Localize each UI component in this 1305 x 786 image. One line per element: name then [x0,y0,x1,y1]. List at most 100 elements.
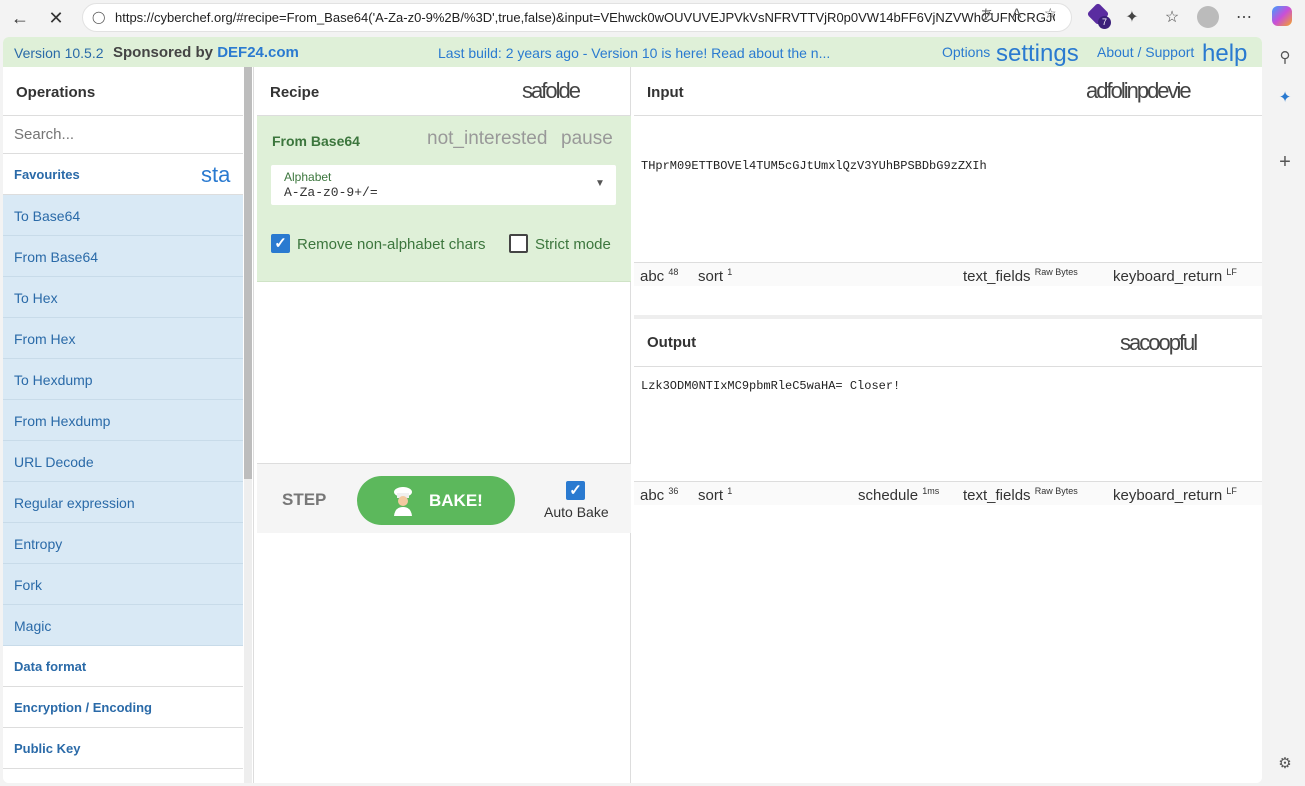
auto-bake-label[interactable]: Auto Bake [544,504,609,520]
eol-value: LF [1226,486,1237,496]
more-menu-icon[interactable]: ⋯ [1232,6,1256,30]
auto-bake-checkbox[interactable]: ✓ [566,481,585,500]
browser-sidebar: ⚲ ✦ + ⚙ [1265,36,1305,786]
operation-item[interactable]: To Base64 [3,195,243,236]
output-toolbar-icons[interactable]: sa​co​op​ful [1120,330,1256,356]
search-icon[interactable]: ⚲ [1273,46,1297,70]
recipe-operation-card: From Base64 not_interested pause Alphabe… [257,116,631,282]
about-support-link[interactable]: About / Support [1097,44,1194,60]
recipe-title: Recipe [270,84,320,101]
remove-nonalpha-label[interactable]: Remove non-alphabet chars [297,236,485,253]
lines-stat: sort 1 [698,486,732,504]
operation-item[interactable]: From Hexdump [3,400,243,441]
star-icon[interactable]: sta [201,162,230,188]
add-icon[interactable]: + [1273,150,1297,174]
category-data-format[interactable]: Data format [3,646,243,687]
back-icon[interactable]: ← [7,6,33,30]
category-public-key[interactable]: Public Key [3,728,243,769]
read-aloud-icon[interactable]: A [1012,5,1021,21]
operation-item[interactable]: Fork [3,564,243,605]
pause-icon[interactable]: pause [561,128,613,150]
translate-icon[interactable]: あ [980,5,994,25]
chef-icon [394,487,412,516]
encoding-stat[interactable]: text_fields Raw Bytes [963,267,1078,285]
alphabet-select[interactable]: Alphabet A-Za-z0-9+/= ▼ [271,165,616,205]
strict-mode-label[interactable]: Strict mode [535,236,611,253]
scrollbar-thumb[interactable] [244,67,252,479]
designer-icon[interactable]: ✦ [1273,86,1297,110]
input-toolbar-icons[interactable]: ad​fol​inp​de​vie [1086,78,1256,104]
operations-pane: Operations Favourites sta To Base64 From… [3,67,254,783]
address-bar[interactable]: ◯ https://cyberchef.org/#recipe=From_Bas… [82,3,1072,32]
profile-avatar[interactable] [1196,6,1220,30]
sort-icon: sort [698,487,724,504]
alphabet-label: Alphabet [284,170,332,184]
help-icon[interactable]: help [1202,40,1247,68]
copilot-icon[interactable] [1270,6,1294,30]
favourites-category[interactable]: Favourites sta [3,154,243,195]
operation-item[interactable]: Entropy [3,523,243,564]
search-input[interactable] [3,116,243,153]
browser-toolbar: ← ✕ ◯ https://cyberchef.org/#recipe=From… [0,0,1305,36]
input-status-bar: abc 48 sort 1 text_fields Raw Bytes keyb… [634,262,1262,286]
eol-stat[interactable]: keyboard_return LF [1113,267,1237,285]
sponsor-link[interactable]: DEF24.com [217,44,299,61]
site-info-icon[interactable]: ◯ [92,10,108,26]
operation-item[interactable]: To Hexdump [3,359,243,400]
abc-icon: abc [640,268,665,285]
strict-mode-checkbox[interactable] [509,234,528,253]
favorites-list-icon[interactable]: ☆ [1160,6,1184,30]
extensions-puzzle-icon[interactable]: ✦ [1120,6,1144,30]
settings-icon[interactable]: settings [996,40,1079,68]
lines-value: 1 [727,486,733,496]
input-header: Input ad​fol​inp​de​vie [634,67,1262,116]
sponsor-text: Sponsored by DEF24.com [113,44,299,61]
input-textarea[interactable]: THprM09ETTBOVEl4TUM5cGJtUmxlQzV3YUhBPSBD… [641,159,987,173]
step-button[interactable]: STEP [282,490,326,510]
operations-title: Operations [16,84,96,101]
operation-item[interactable]: Magic [3,605,243,646]
favourites-label: Favourites [14,167,80,182]
length-stat: abc 48 [640,267,678,285]
eol-stat[interactable]: keyboard_return LF [1113,486,1237,504]
eol-value: LF [1226,267,1237,277]
disable-icon[interactable]: not_interested [427,128,547,150]
favorite-star-icon[interactable]: ☆ [1044,5,1057,22]
operation-item[interactable]: From Hex [3,318,243,359]
output-header: Output sa​co​op​ful [634,319,1262,367]
io-pane: Input ad​fol​inp​de​vie THprM09ETTBOVEl4… [634,67,1262,783]
length-value: 36 [668,486,679,496]
encoding-value: Raw Bytes [1034,267,1078,277]
search-box [3,116,243,154]
recipe-toolbar-icons[interactable]: sa​fol​de [522,78,626,104]
abc-icon: abc [640,487,665,504]
operation-name: From Base64 [272,133,360,149]
gear-icon[interactable]: ⚙ [1273,752,1297,776]
output-textarea[interactable]: Lzk3ODM0NTIxMC9pbmRleC5waHA= Closer! [641,379,900,393]
stop-loading-icon[interactable]: ✕ [43,6,69,30]
alphabet-value[interactable]: A-Za-z0-9+/= [284,185,378,200]
chevron-down-icon[interactable]: ▼ [595,178,605,189]
output-title: Output [647,334,697,351]
remove-nonalpha-checkbox[interactable]: ✓ [271,234,290,253]
url-text[interactable]: https://cyberchef.org/#recipe=From_Base6… [115,10,1055,25]
category-encryption-encoding[interactable]: Encryption / Encoding [3,687,243,728]
output-status-bar: abc 36 sort 1 schedule 1ms text_fields R… [634,481,1262,505]
operation-item[interactable]: URL Decode [3,441,243,482]
length-value: 48 [668,267,679,277]
bake-button[interactable]: BAKE! [357,476,515,525]
bake-controls: STEP BAKE! ✓ Auto Bake [257,463,631,533]
encoding-stat[interactable]: text_fields Raw Bytes [963,486,1078,504]
build-notice-link[interactable]: Last build: 2 years ago - Version 10 is … [438,45,830,61]
operations-scrollbar[interactable] [244,67,252,783]
recipe-header: Recipe sa​fol​de [257,67,631,116]
banner: Version 10.5.2 Sponsored by DEF24.com La… [3,37,1262,67]
operation-item[interactable]: Regular expression [3,482,243,523]
extension-badge-icon[interactable]: 7 [1086,2,1111,30]
bake-label: BAKE! [429,491,483,510]
operation-item[interactable]: From Base64 [3,236,243,277]
options-link[interactable]: Options [942,44,990,60]
operation-item[interactable]: To Hex [3,277,243,318]
encoding-value: Raw Bytes [1034,486,1078,496]
sponsor-prefix: Sponsored by [113,44,214,61]
